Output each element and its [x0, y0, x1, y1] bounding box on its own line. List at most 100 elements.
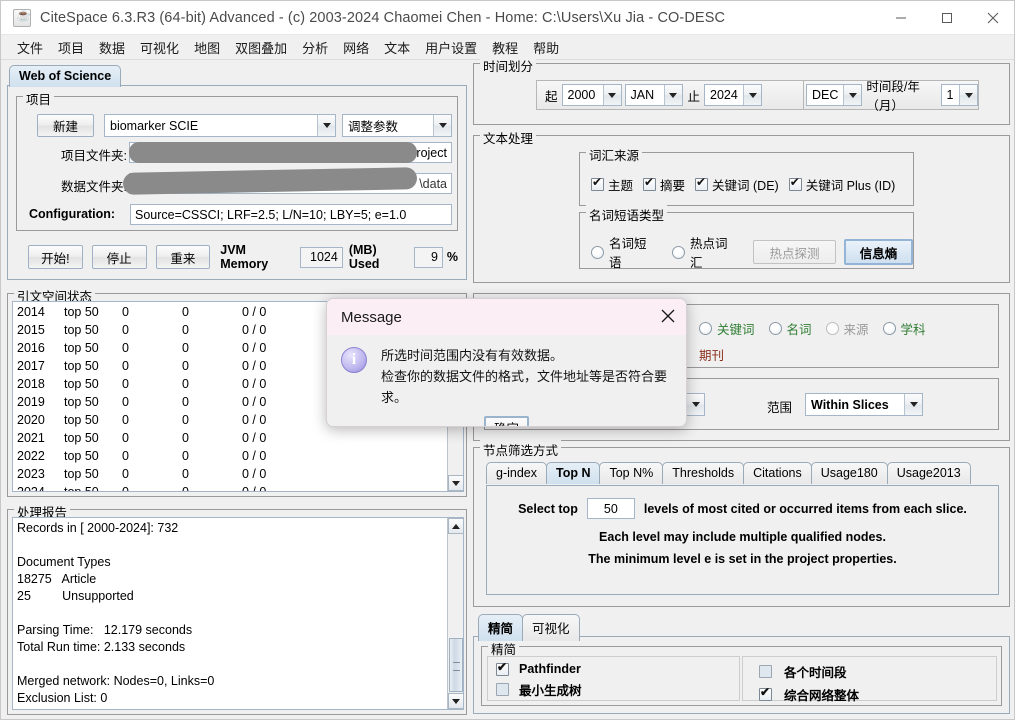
checkbox-each-slice[interactable]: 各个时间段 [759, 662, 996, 681]
radio-source[interactable]: 来源 [825, 319, 869, 338]
project-select[interactable]: biomarker SCIE [104, 114, 336, 137]
chevron-down-icon[interactable] [843, 85, 862, 105]
top-n-panel: Select top 50 levels of most cited or oc… [486, 485, 999, 595]
pruning-tabs: 精简 可视化 [478, 614, 580, 641]
data-folder-value: \data [419, 176, 447, 191]
close-icon[interactable] [660, 308, 676, 327]
check-icon [591, 176, 604, 191]
radio-source-label: 来源 [843, 323, 869, 337]
slice-bar: DEC 时间段/年（月） 1 [804, 80, 979, 113]
checkbox-keyword-plus-id[interactable]: 关键词 Plus (ID) [788, 175, 895, 194]
tab-g-index[interactable]: g-index [486, 462, 547, 484]
chevron-down-icon[interactable] [433, 115, 451, 136]
cell-c3: 0 / 0 [242, 377, 267, 391]
tab-usage180[interactable]: Usage180 [810, 462, 888, 484]
menu-text[interactable]: 文本 [377, 36, 417, 59]
text-processing-group: 文本处理 词汇来源 主题 摘要 关键词 (DE) 关键词 [473, 128, 1010, 283]
cell-c2: 0 [182, 359, 189, 373]
menu-analysis[interactable]: 分析 [295, 36, 335, 59]
tab-top-n-pct[interactable]: Top N% [599, 462, 664, 484]
minimize-icon[interactable] [878, 1, 924, 35]
cell-year: 2021 [17, 431, 45, 445]
maximize-icon[interactable] [924, 1, 970, 35]
table-row[interactable]: 2023 top 50 0 0 0 / 0 [13, 465, 463, 483]
chevron-down-icon[interactable] [317, 115, 335, 136]
dialog-ok-button[interactable]: 确定 [483, 416, 529, 426]
processing-report-textarea[interactable]: Records in [ 2000-2024]: 732 Document Ty… [12, 517, 464, 710]
menu-data[interactable]: 数据 [92, 36, 132, 59]
node-selection-tabs: g-index Top N Top N% Thresholds Citation… [486, 462, 971, 484]
configuration-input[interactable]: Source=CSSCI; LRF=2.5; L/N=10; LBY=5; e=… [130, 204, 452, 225]
term-source-options: 主题 摘要 关键词 (DE) 关键词 Plus (ID) [591, 175, 895, 194]
reset-button[interactable]: 重来 [155, 245, 211, 269]
jvm-memory-value: 1024 [299, 246, 343, 268]
from-month-select[interactable]: JAN [624, 84, 683, 106]
table-row[interactable]: 2024 top 50 0 0 0 / 0 [13, 483, 463, 491]
menu-dual-map[interactable]: 双图叠加 [228, 36, 294, 59]
radio-subject[interactable]: 学科 [882, 319, 926, 338]
to-month-select[interactable]: DEC [806, 84, 863, 106]
time-division-group: 时间划分 起 2000 JAN 止 2024 DEC 时间段/年（月） 1 [473, 56, 1010, 125]
dialog-title: Message [341, 308, 402, 326]
menu-user-settings[interactable]: 用户设置 [418, 36, 484, 59]
tab-pruning[interactable]: 精简 [478, 614, 524, 641]
new-project-button[interactable]: 新建 [37, 114, 94, 137]
scroll-down-icon[interactable] [448, 693, 463, 709]
radio-icon [768, 322, 782, 335]
adjust-parameters-select[interactable]: 调整参数 [342, 114, 452, 137]
percent-label: % [446, 250, 459, 264]
slice-length-select[interactable]: 1 [940, 84, 978, 106]
tab-thresholds[interactable]: Thresholds [662, 462, 745, 484]
scroll-down-icon[interactable] [448, 475, 463, 491]
tab-usage2013[interactable]: Usage2013 [886, 462, 971, 484]
adjust-parameters-value: 调整参数 [348, 120, 399, 134]
chevron-down-icon[interactable] [602, 85, 621, 105]
menu-visualize[interactable]: 可视化 [133, 36, 186, 59]
scroll-thumb[interactable] [449, 638, 463, 692]
node-selection-group: 节点筛选方式 g-index Top N Top N% Thresholds C… [473, 440, 1010, 607]
stop-button[interactable]: 停止 [91, 245, 147, 269]
checkbox-minimum-spanning-tree-label: 最小生成树 [519, 684, 582, 698]
chevron-down-icon[interactable] [743, 85, 762, 105]
chevron-down-icon[interactable] [959, 85, 977, 105]
table-row[interactable]: 2022 top 50 0 0 0 / 0 [13, 447, 463, 465]
menu-network[interactable]: 网络 [336, 36, 376, 59]
burst-detection-button[interactable]: 热点探测 [753, 240, 836, 264]
chevron-down-icon[interactable] [686, 394, 704, 415]
start-button[interactable]: 开始! [28, 245, 83, 269]
menu-map[interactable]: 地图 [187, 36, 227, 59]
time-division-label: 时间划分 [480, 56, 537, 75]
scope-select[interactable]: Within Slices [805, 393, 923, 416]
to-year-select[interactable]: 2024 [704, 84, 763, 106]
from-year-select[interactable]: 2000 [561, 84, 622, 106]
tab-top-n[interactable]: Top N [546, 462, 601, 484]
checkbox-topic[interactable]: 主题 [591, 175, 633, 194]
checkbox-merged-network[interactable]: 综合网络整体 [759, 685, 996, 704]
checkbox-keyword-de[interactable]: 关键词 (DE) [695, 175, 779, 194]
cell-year: 2017 [17, 359, 45, 373]
select-top-input[interactable]: 50 [586, 498, 635, 519]
radio-burst-term[interactable]: 热点词汇 [672, 233, 739, 271]
report-scrollbar[interactable] [447, 518, 463, 709]
tab-citations[interactable]: Citations [743, 462, 812, 484]
close-icon[interactable] [970, 1, 1014, 35]
menu-project[interactable]: 项目 [51, 36, 91, 59]
chevron-down-icon[interactable] [663, 85, 682, 105]
radio-noun-phrase[interactable]: 名词短语 [591, 233, 658, 271]
scroll-up-icon[interactable] [448, 518, 463, 534]
select-top-line3: The minimum level e is set in the projec… [588, 552, 897, 566]
checkbox-minimum-spanning-tree[interactable]: 最小生成树 [496, 680, 739, 699]
checkbox-pathfinder[interactable]: Pathfinder [496, 661, 739, 676]
menu-file[interactable]: 文件 [10, 36, 50, 59]
tab-visualization[interactable]: 可视化 [522, 614, 580, 641]
radio-keyword[interactable]: 关键词 [699, 319, 755, 338]
table-row[interactable]: 2021 top 50 0 0 0 / 0 [13, 429, 463, 447]
information-entropy-button[interactable]: 信息熵 [843, 239, 913, 265]
cell-c1: 0 [122, 467, 129, 481]
radio-noun[interactable]: 名词 [768, 319, 812, 338]
chevron-down-icon[interactable] [904, 394, 922, 415]
project-select-value: biomarker SCIE [110, 118, 199, 133]
checkbox-abstract[interactable]: 摘要 [643, 175, 685, 194]
tab-web-of-science[interactable]: Web of Science [9, 65, 122, 87]
cell-year: 2014 [17, 305, 45, 319]
